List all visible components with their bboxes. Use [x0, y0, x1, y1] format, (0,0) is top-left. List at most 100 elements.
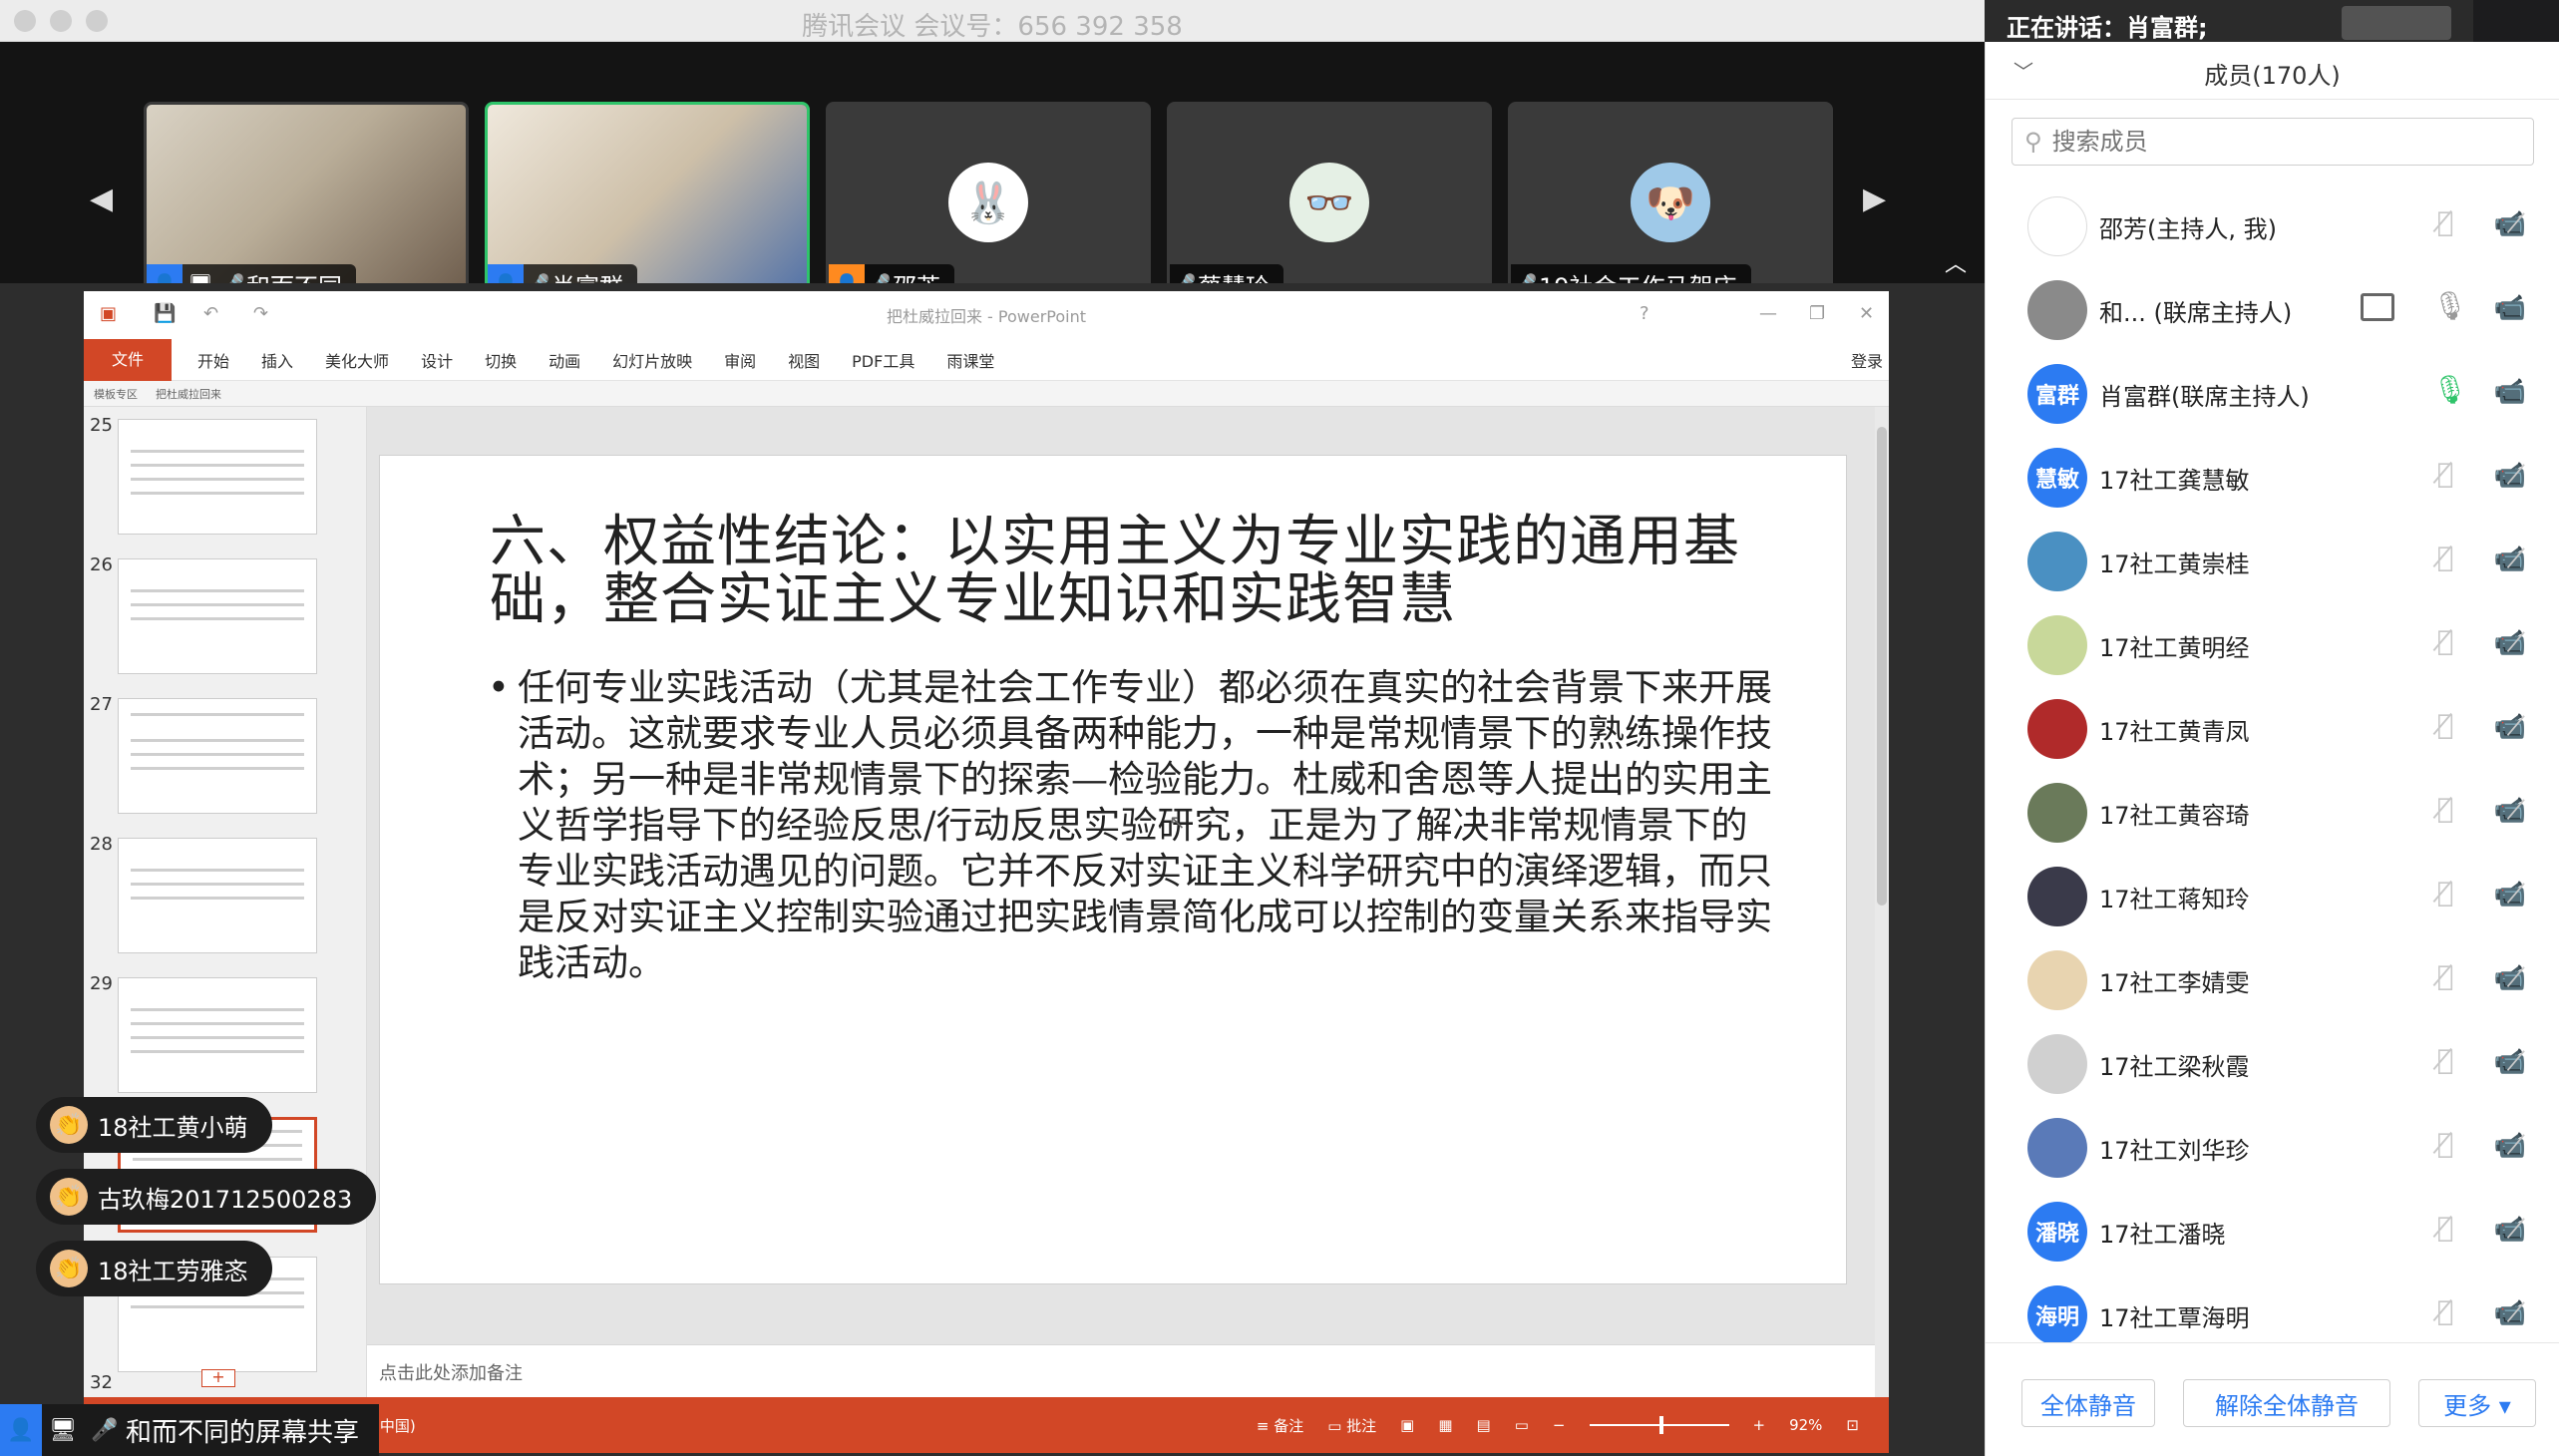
avatar [2027, 615, 2087, 675]
reading-view-icon[interactable]: ▤ [1477, 1416, 1491, 1434]
mic-muted-icon[interactable]: 🎙̸ [2432, 708, 2458, 746]
avatar [2027, 950, 2087, 1010]
tab-transitions[interactable]: 切换 [469, 348, 533, 372]
doc-tab-templates[interactable]: 模板专区 [94, 386, 138, 402]
camera-off-icon[interactable]: 📹̸ [2490, 628, 2530, 658]
slide-thumbnail[interactable] [118, 838, 317, 953]
member-name: 17社工龚慧敏 [2099, 467, 2250, 495]
member-row[interactable]: 慧敏 17社工龚慧敏 🎙̸ 📹̸ [1986, 435, 2559, 519]
camera-icon[interactable]: 📹 [2490, 377, 2530, 407]
camera-off-icon[interactable]: 📹̸ [2490, 209, 2530, 239]
camera-off-icon[interactable]: 📹̸ [2490, 1131, 2530, 1161]
mic-icon: 🎤 [91, 1417, 119, 1443]
restore-icon[interactable]: ❐ [1809, 303, 1825, 324]
camera-off-icon[interactable]: 📹̸ [2490, 1047, 2530, 1077]
member-row[interactable]: 17社工刘华珍 🎙̸ 📹̸ [1986, 1105, 2559, 1189]
member-row[interactable]: 和... (联席主持人) 🎙 📹 [1986, 267, 2559, 351]
doc-tab-current[interactable]: 把杜威拉回来 [156, 386, 221, 402]
fit-window-icon[interactable]: ⊡ [1846, 1416, 1859, 1434]
member-row[interactable]: 17社工黄明经 🎙̸ 📹̸ [1986, 602, 2559, 686]
tab-rain-classroom[interactable]: 雨课堂 [930, 348, 1010, 372]
scrollbar-thumb[interactable] [1877, 427, 1887, 906]
unmute-all-button[interactable]: 解除全体静音 [2183, 1379, 2390, 1427]
current-slide[interactable]: 六、权益性结论：以实用主义为专业实践的通用基础，整合实证主义专业知识和实践智慧 … [379, 455, 1847, 1284]
member-row[interactable]: 潘晓 17社工潘晓 🎙̸ 📹̸ [1986, 1189, 2559, 1273]
tab-file[interactable]: 文件 [84, 338, 173, 381]
mic-muted-icon[interactable]: 🎙̸ [2432, 624, 2458, 662]
mic-icon[interactable]: 🎙 [2432, 373, 2468, 411]
help-icon[interactable]: ? [1640, 303, 1649, 324]
mic-muted-icon[interactable]: 🎙̸ [2432, 876, 2458, 913]
zoom-slider[interactable] [1589, 1416, 1729, 1434]
video-tile-active-speaker[interactable]: 👤 🎤 肖富群 [485, 102, 810, 307]
next-page-icon[interactable]: ▶ [1863, 182, 1886, 216]
tab-pdf-tools[interactable]: PDF工具 [836, 348, 930, 372]
prev-page-icon[interactable]: ◀ [90, 182, 113, 216]
member-row[interactable]: 富群 肖富群(联席主持人) 🎙 📹 [1986, 351, 2559, 435]
slide-sorter-icon[interactable]: ▦ [1438, 1416, 1452, 1434]
tab-slideshow[interactable]: 幻灯片放映 [596, 348, 708, 372]
tab-animations[interactable]: 动画 [533, 348, 596, 372]
slide-thumbnail[interactable] [118, 419, 317, 535]
camera-off-icon[interactable]: 📹̸ [2490, 545, 2530, 574]
video-tile[interactable]: 👤 🖥 🎤 和而不同 [144, 102, 469, 307]
camera-off-icon[interactable]: 📹̸ [2490, 1298, 2530, 1328]
member-row[interactable]: 17社工梁秋霞 🎙̸ 📹̸ [1986, 1021, 2559, 1105]
camera-off-icon[interactable]: 📹̸ [2490, 1215, 2530, 1245]
tab-design[interactable]: 设计 [405, 348, 469, 372]
collapse-chevron-icon[interactable]: ︿ [1945, 246, 1967, 278]
mic-muted-icon[interactable]: 🎙̸ [2432, 792, 2458, 830]
member-row[interactable]: 17社工蒋知玲 🎙̸ 📹̸ [1986, 854, 2559, 937]
ppt-titlebar: ▣ 💾 ↶ ↷ 把杜威拉回来 - PowerPoint ? — ❐ ✕ [84, 291, 1889, 339]
mic-icon[interactable]: 🎙 [2432, 289, 2468, 327]
member-row[interactable]: 17社工黄青凤 🎙̸ 📹̸ [1986, 686, 2559, 770]
mic-muted-icon[interactable]: 🎙̸ [2432, 1294, 2458, 1332]
video-tile[interactable]: 🐶 🎤 19社会工作马贺庆 [1508, 102, 1833, 307]
zoom-level[interactable]: 92% [1789, 1416, 1822, 1434]
tab-beautify[interactable]: 美化大师 [309, 348, 405, 372]
close-icon[interactable]: ✕ [1859, 303, 1874, 324]
comments-toggle[interactable]: ▭ 批注 [1327, 1415, 1376, 1436]
slide-thumbnail[interactable] [118, 977, 317, 1093]
camera-off-icon[interactable]: 📹̸ [2490, 796, 2530, 826]
mute-all-button[interactable]: 全体静音 [2021, 1379, 2155, 1427]
zoom-out-icon[interactable]: − [1553, 1416, 1566, 1434]
minimize-icon[interactable]: — [1759, 303, 1777, 324]
member-row[interactable]: 邵芳(主持人, 我) 🎙̸ 📹̸ [1986, 183, 2559, 267]
member-row[interactable]: 17社工黄容琦 🎙̸ 📹̸ [1986, 770, 2559, 854]
mic-muted-icon[interactable]: 🎙̸ [2432, 541, 2458, 578]
video-tile[interactable]: 👓 🎤 蔡慧玲 [1167, 102, 1492, 307]
member-row[interactable]: 17社工黄崇桂 🎙̸ 📹̸ [1986, 519, 2559, 602]
mic-muted-icon[interactable]: 🎙̸ [2432, 205, 2458, 243]
clap-icon: 👏 [50, 1250, 88, 1287]
tab-insert[interactable]: 插入 [245, 348, 309, 372]
notes-toggle[interactable]: ≡ 备注 [1257, 1415, 1303, 1436]
tab-review[interactable]: 审阅 [708, 348, 772, 372]
camera-icon[interactable]: 📹 [2490, 293, 2530, 323]
video-tile[interactable]: 🐰 👤 🎤 邵芳 [826, 102, 1151, 307]
mic-muted-icon[interactable]: 🎙̸ [2432, 1043, 2458, 1081]
camera-off-icon[interactable]: 📹̸ [2490, 712, 2530, 742]
zoom-in-icon[interactable]: + [1753, 1416, 1766, 1434]
slide-thumbnail[interactable] [118, 558, 317, 674]
camera-off-icon[interactable]: 📹̸ [2490, 461, 2530, 491]
slide-thumbnail[interactable] [118, 698, 317, 814]
mic-muted-icon[interactable]: 🎙̸ [2432, 1127, 2458, 1165]
mic-muted-icon[interactable]: 🎙̸ [2432, 457, 2458, 495]
add-slide-button[interactable]: + [201, 1369, 235, 1387]
tab-view[interactable]: 视图 [772, 348, 836, 372]
camera-off-icon[interactable]: 📹̸ [2490, 963, 2530, 993]
more-button[interactable]: 更多 ▾ [2418, 1379, 2536, 1427]
slideshow-icon[interactable]: ▭ [1515, 1416, 1529, 1434]
vertical-scrollbar[interactable] [1875, 407, 1889, 1397]
mic-muted-icon[interactable]: 🎙̸ [2432, 959, 2458, 997]
normal-view-icon[interactable]: ▣ [1400, 1416, 1414, 1434]
search-input[interactable] [2051, 128, 2491, 156]
camera-off-icon[interactable]: 📹̸ [2490, 880, 2530, 910]
login-link[interactable]: 登录 [1851, 348, 1889, 372]
notes-pane[interactable]: 点击此处添加备注 [367, 1344, 1875, 1397]
mic-muted-icon[interactable]: 🎙̸ [2432, 1211, 2458, 1249]
member-search[interactable]: ⚲ [2011, 118, 2534, 166]
tab-home[interactable]: 开始 [182, 348, 245, 372]
member-row[interactable]: 17社工李婧雯 🎙̸ 📹̸ [1986, 937, 2559, 1021]
